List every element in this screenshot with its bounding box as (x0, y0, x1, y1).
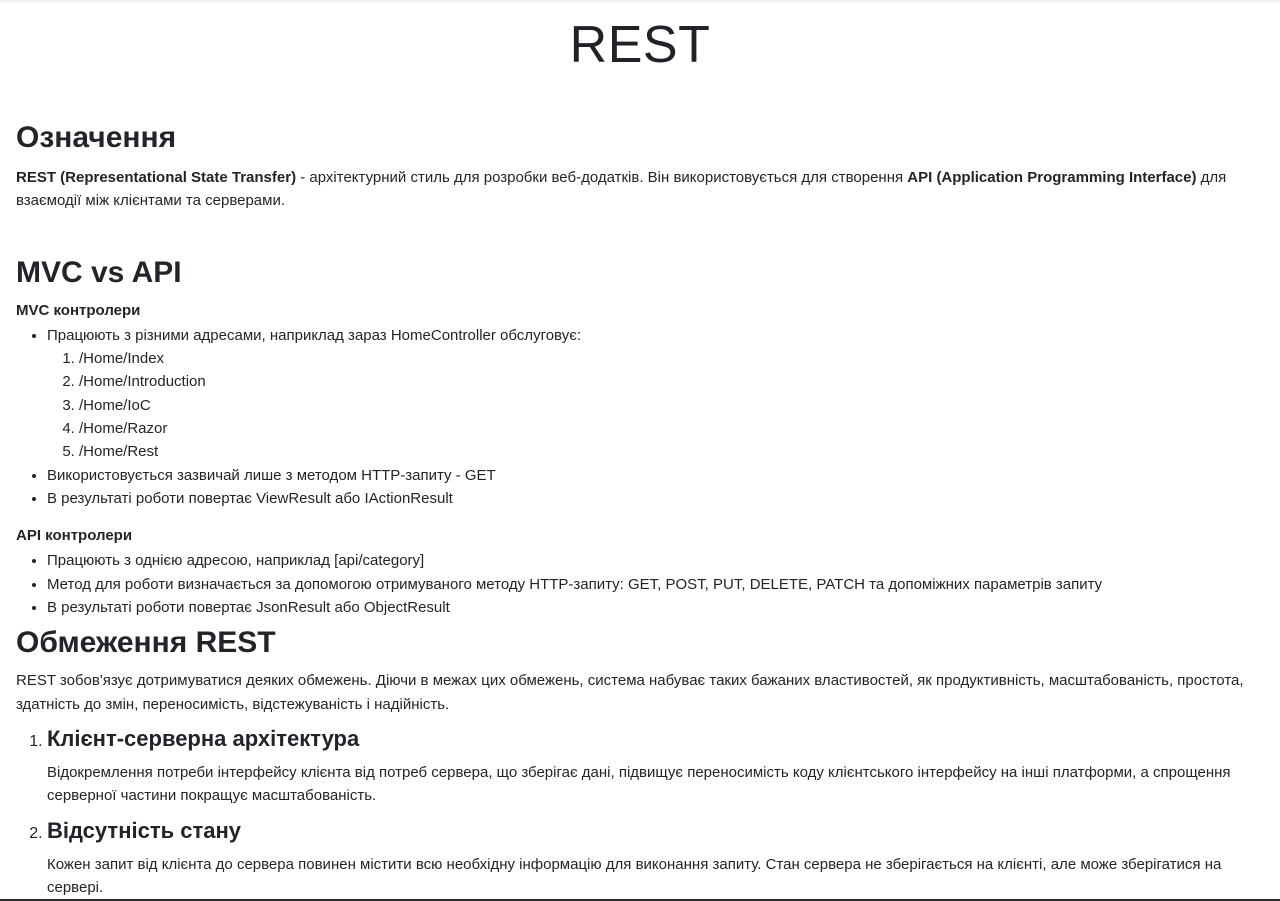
section-heading-rest-constraints: Обмеження REST (16, 626, 276, 660)
section-rest-constraints: Обмеження REST REST зобов'язує дотримува… (16, 625, 1264, 899)
mvc-controllers-title: MVC контролери (16, 301, 141, 319)
route-item: /Home/Introduction (79, 370, 1264, 393)
list-item: В результаті роботи повертає JsonResult … (47, 596, 1264, 619)
page-title: REST (569, 16, 711, 74)
constraint-description: Відокремлення потреби інтерфейсу клієнта… (47, 764, 1231, 805)
term-api: API (Application Programming Interface) (907, 169, 1197, 186)
section-meaning: Означення REST (Representational State T… (16, 120, 1264, 213)
page-content: REST Означення REST (Representational St… (0, 0, 1280, 899)
list-item: Працюють з різними адресами, наприклад з… (47, 324, 1264, 464)
route-item: /Home/Rest (79, 440, 1264, 463)
list-item: В результаті роботи повертає ViewResult … (47, 487, 1264, 510)
constraint-title: Клієнт-серверна архітектура (47, 725, 360, 751)
constraint-title: Відсутність стану (47, 817, 242, 843)
meaning-paragraph: REST (Representational State Transfer) -… (16, 166, 1264, 213)
mvc-routes-list: /Home/Index /Home/Introduction /Home/IoC… (47, 347, 1264, 463)
list-item-text: Працюють з різними адресами, наприклад з… (47, 326, 582, 344)
constraints-intro: REST зобов'язує дотримуватися деяких обм… (16, 672, 1244, 713)
mvc-controllers-list: Працюють з різними адресами, наприклад з… (16, 324, 1264, 510)
constraints-list: Клієнт-серверна архітектура Відокремленн… (16, 726, 1264, 900)
constraint-item: Клієнт-серверна архітектура Відокремленн… (47, 726, 1264, 808)
route-item: /Home/IoC (79, 394, 1264, 417)
api-controllers-title: API контролери (16, 527, 133, 545)
constraint-description: Кожен запит від клієнта до сервера повин… (47, 855, 1222, 897)
top-edge-shadow (0, 0, 1280, 4)
api-controllers-list: Працюють з однією адресою, наприклад [ap… (16, 549, 1264, 619)
list-item: Працюють з однією адресою, наприклад [ap… (47, 549, 1264, 572)
constraint-item: Відсутність стану Кожен запит від клієнт… (47, 818, 1264, 900)
route-item: /Home/Index (79, 347, 1264, 370)
term-rest: REST (Representational State Transfer) (16, 169, 297, 186)
route-item: /Home/Razor (79, 417, 1264, 440)
meaning-text-1: - архітектурний стиль для розробки веб-д… (296, 169, 908, 186)
section-mvc-vs-api: MVC vs API MVC контролери Працюють з різ… (16, 255, 1264, 620)
list-item: Метод для роботи визначається за допомог… (47, 573, 1264, 596)
list-item: Використовується зазвичай лише з методом… (47, 464, 1264, 487)
section-heading-mvc-vs-api: MVC vs API (16, 255, 182, 289)
section-heading-meaning: Означення (16, 121, 177, 154)
